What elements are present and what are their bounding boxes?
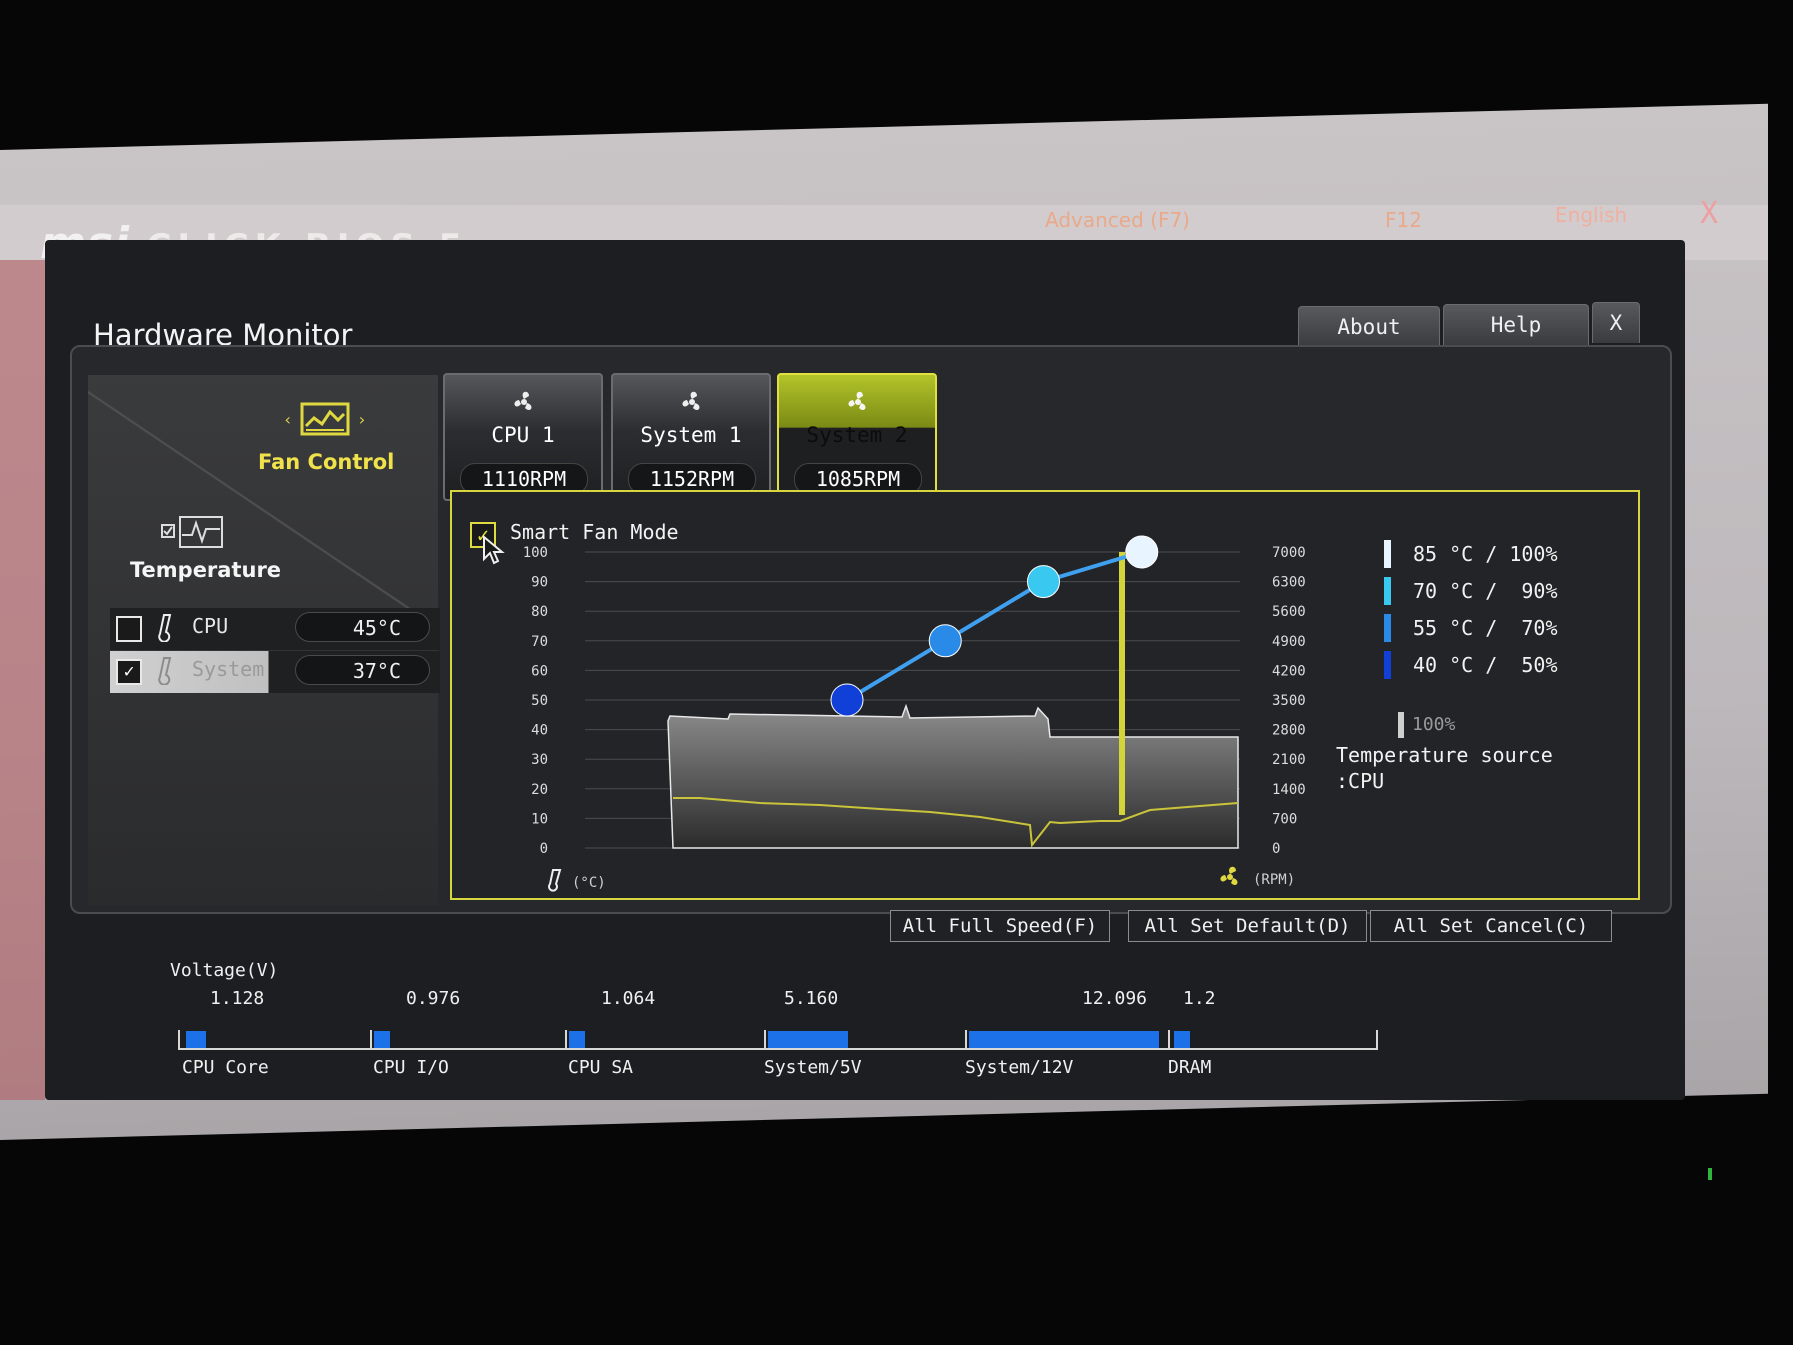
voltage-tick (965, 1030, 967, 1050)
all-set-default-button[interactable]: All Set Default(D) (1128, 910, 1367, 942)
temperature-axis: 1009080706050403020100 (523, 545, 548, 857)
voltage-tick (764, 1030, 766, 1050)
temp-tick-label: 60 (531, 663, 548, 679)
temp-tick-label: 10 (531, 811, 548, 827)
voltage-bar (768, 1031, 848, 1048)
legend-text: 40 °C / 50% (1413, 653, 1558, 677)
fan-curve-point[interactable] (1027, 565, 1060, 599)
voltage-name: CPU SA (568, 1057, 634, 1078)
temp-tick-label: 0 (540, 841, 548, 857)
legend-swatch (1384, 540, 1391, 568)
legend-swatch (1384, 577, 1391, 605)
legend-item: 85 °C / 100% (1384, 540, 1558, 568)
power-led (1708, 1168, 1712, 1180)
rpm-tick-label: 6300 (1272, 575, 1306, 591)
voltage-value: 12.096 (1082, 988, 1148, 1009)
voltage-title: Voltage(V) (170, 960, 279, 981)
temp-tick-label: 50 (531, 693, 548, 709)
rpm-tick-label: 2800 (1272, 723, 1306, 739)
legend-item: 70 °C / 90% (1384, 577, 1558, 605)
all-set-cancel-button[interactable]: All Set Cancel(C) (1370, 910, 1612, 942)
temp-unit-label: (°C) (572, 875, 606, 891)
legend-swatch (1384, 651, 1391, 679)
rpm-tick-label: 4200 (1272, 663, 1306, 679)
rpm-tick-label: 3500 (1272, 693, 1306, 709)
voltage-name: CPU Core (182, 1057, 269, 1078)
voltage-tick (178, 1030, 180, 1050)
legend-max-label: 100% (1398, 712, 1455, 738)
temp-tick-label: 20 (531, 782, 548, 798)
rpm-axis: 7000630056004900420035002800210014007000 (1272, 545, 1306, 857)
legend-text: 55 °C / 70% (1413, 616, 1558, 640)
rpm-tick-label: 2100 (1272, 752, 1306, 768)
temp-tick-label: 30 (531, 752, 548, 768)
temperature-source-value: :CPU (1336, 769, 1385, 793)
legend-item: 40 °C / 50% (1384, 651, 1558, 679)
rpm-tick-label: 4900 (1272, 634, 1306, 650)
legend-item: 55 °C / 70% (1384, 614, 1558, 642)
voltage-name: System/12V (965, 1057, 1074, 1078)
voltage-bar (186, 1031, 206, 1048)
rpm-tick-label: 0 (1272, 841, 1280, 857)
fan-curve-point[interactable] (928, 624, 962, 658)
legend-swatch (1384, 614, 1391, 642)
fan-curve[interactable] (830, 535, 1159, 717)
voltage-value: 1.064 (601, 988, 656, 1009)
voltage-value: 0.976 (406, 988, 461, 1009)
rpm-tick-label: 7000 (1272, 545, 1306, 561)
legend-text: 85 °C / 100% (1413, 542, 1558, 566)
rpm-tick-label: 700 (1272, 811, 1297, 827)
temp-tick-label: 70 (531, 634, 548, 650)
voltage-tick (370, 1030, 372, 1050)
voltage-tick (565, 1030, 567, 1050)
voltage-axis (178, 1048, 1378, 1050)
temp-tick-label: 90 (531, 575, 548, 591)
voltage-value: 1.128 (210, 988, 265, 1009)
rpm-tick-label: 5600 (1272, 604, 1306, 620)
temp-tick-label: 40 (531, 723, 548, 739)
voltage-value: 1.2 (1183, 988, 1216, 1009)
fan-curve-point[interactable] (1125, 535, 1159, 569)
all-full-speed-button[interactable]: All Full Speed(F) (890, 910, 1110, 942)
temp-tick-label: 100 (523, 545, 548, 561)
voltage-axis-end (1376, 1030, 1378, 1050)
fan-curve-point[interactable] (830, 683, 864, 717)
voltage-bar (969, 1031, 1159, 1048)
voltage-name: DRAM (1168, 1057, 1212, 1078)
voltage-name: CPU I/O (373, 1057, 449, 1078)
voltage-bar (1174, 1031, 1190, 1048)
temperature-source-label: Temperature source (1336, 743, 1553, 767)
voltage-bar (569, 1031, 585, 1048)
voltage-value: 5.160 (784, 988, 839, 1009)
fan-axis-icon (1220, 866, 1238, 886)
temperature-source: Temperature source :CPU (1336, 742, 1553, 794)
temp-tick-label: 80 (531, 604, 548, 620)
rpm-unit-label: (RPM) (1253, 872, 1295, 888)
fan-curve-line (845, 550, 1143, 702)
voltage-tick (1168, 1030, 1170, 1050)
rpm-history-area (667, 703, 1239, 849)
voltage-name: System/5V (764, 1057, 862, 1078)
voltage-bar (374, 1031, 390, 1048)
rpm-tick-label: 1400 (1272, 782, 1306, 798)
legend-text: 70 °C / 90% (1413, 579, 1558, 603)
thermometer-axis-icon (548, 869, 562, 892)
